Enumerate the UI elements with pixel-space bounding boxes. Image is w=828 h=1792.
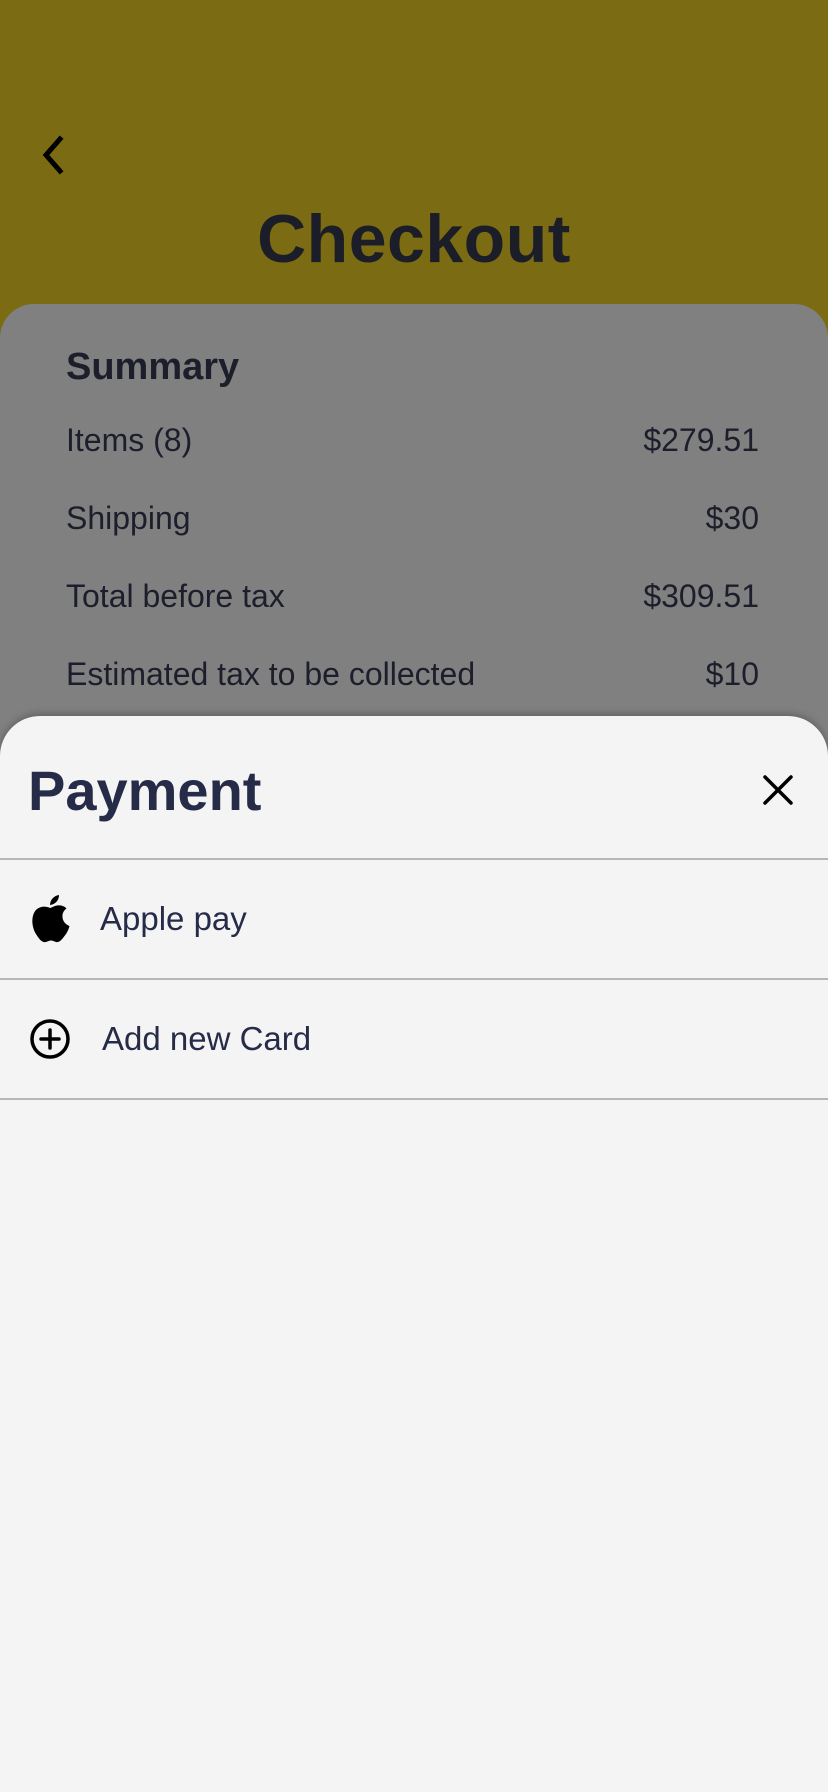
summary-label: Items (8) xyxy=(66,422,193,458)
payment-option-add-new-card[interactable]: Add new Card xyxy=(0,980,828,1100)
summary-label: Shipping xyxy=(66,500,191,536)
payment-sheet-title: Payment xyxy=(28,759,262,822)
add-circle-icon xyxy=(28,1014,72,1064)
summary-label: Total before tax xyxy=(66,578,285,614)
summary-value: $279.51 xyxy=(643,422,759,458)
back-button[interactable] xyxy=(30,130,76,180)
summary-value: $10 xyxy=(705,656,759,692)
close-icon xyxy=(763,775,793,805)
payment-sheet-header: Payment xyxy=(0,716,828,860)
payment-option-label: Add new Card xyxy=(102,1020,312,1057)
payment-sheet: Payment Apple pay Add new Card xyxy=(0,716,828,1792)
summary-row-estimated-tax: Estimated tax to be collected $10 xyxy=(66,656,759,693)
summary-row-shipping: Shipping $30 xyxy=(66,500,759,537)
summary-value: $309.51 xyxy=(643,578,759,614)
chevron-left-icon xyxy=(42,135,64,175)
payment-option-apple-pay[interactable]: Apple pay xyxy=(0,860,828,980)
close-button[interactable] xyxy=(756,768,800,812)
summary-heading: Summary xyxy=(66,346,240,388)
summary-row-items: Items (8) $279.51 xyxy=(66,422,759,459)
summary-card: Summary Items (8) $279.51 Shipping $30 T… xyxy=(0,304,828,764)
summary-value: $30 xyxy=(705,500,759,536)
page-title: Checkout xyxy=(257,201,571,277)
summary-label: Estimated tax to be collected xyxy=(66,656,476,692)
summary-row-total-before-tax: Total before tax $309.51 xyxy=(66,578,759,615)
checkout-screen: Checkout Summary Items (8) $279.51 Shipp… xyxy=(0,0,828,1792)
payment-option-label: Apple pay xyxy=(100,900,247,937)
apple-icon xyxy=(28,894,72,944)
